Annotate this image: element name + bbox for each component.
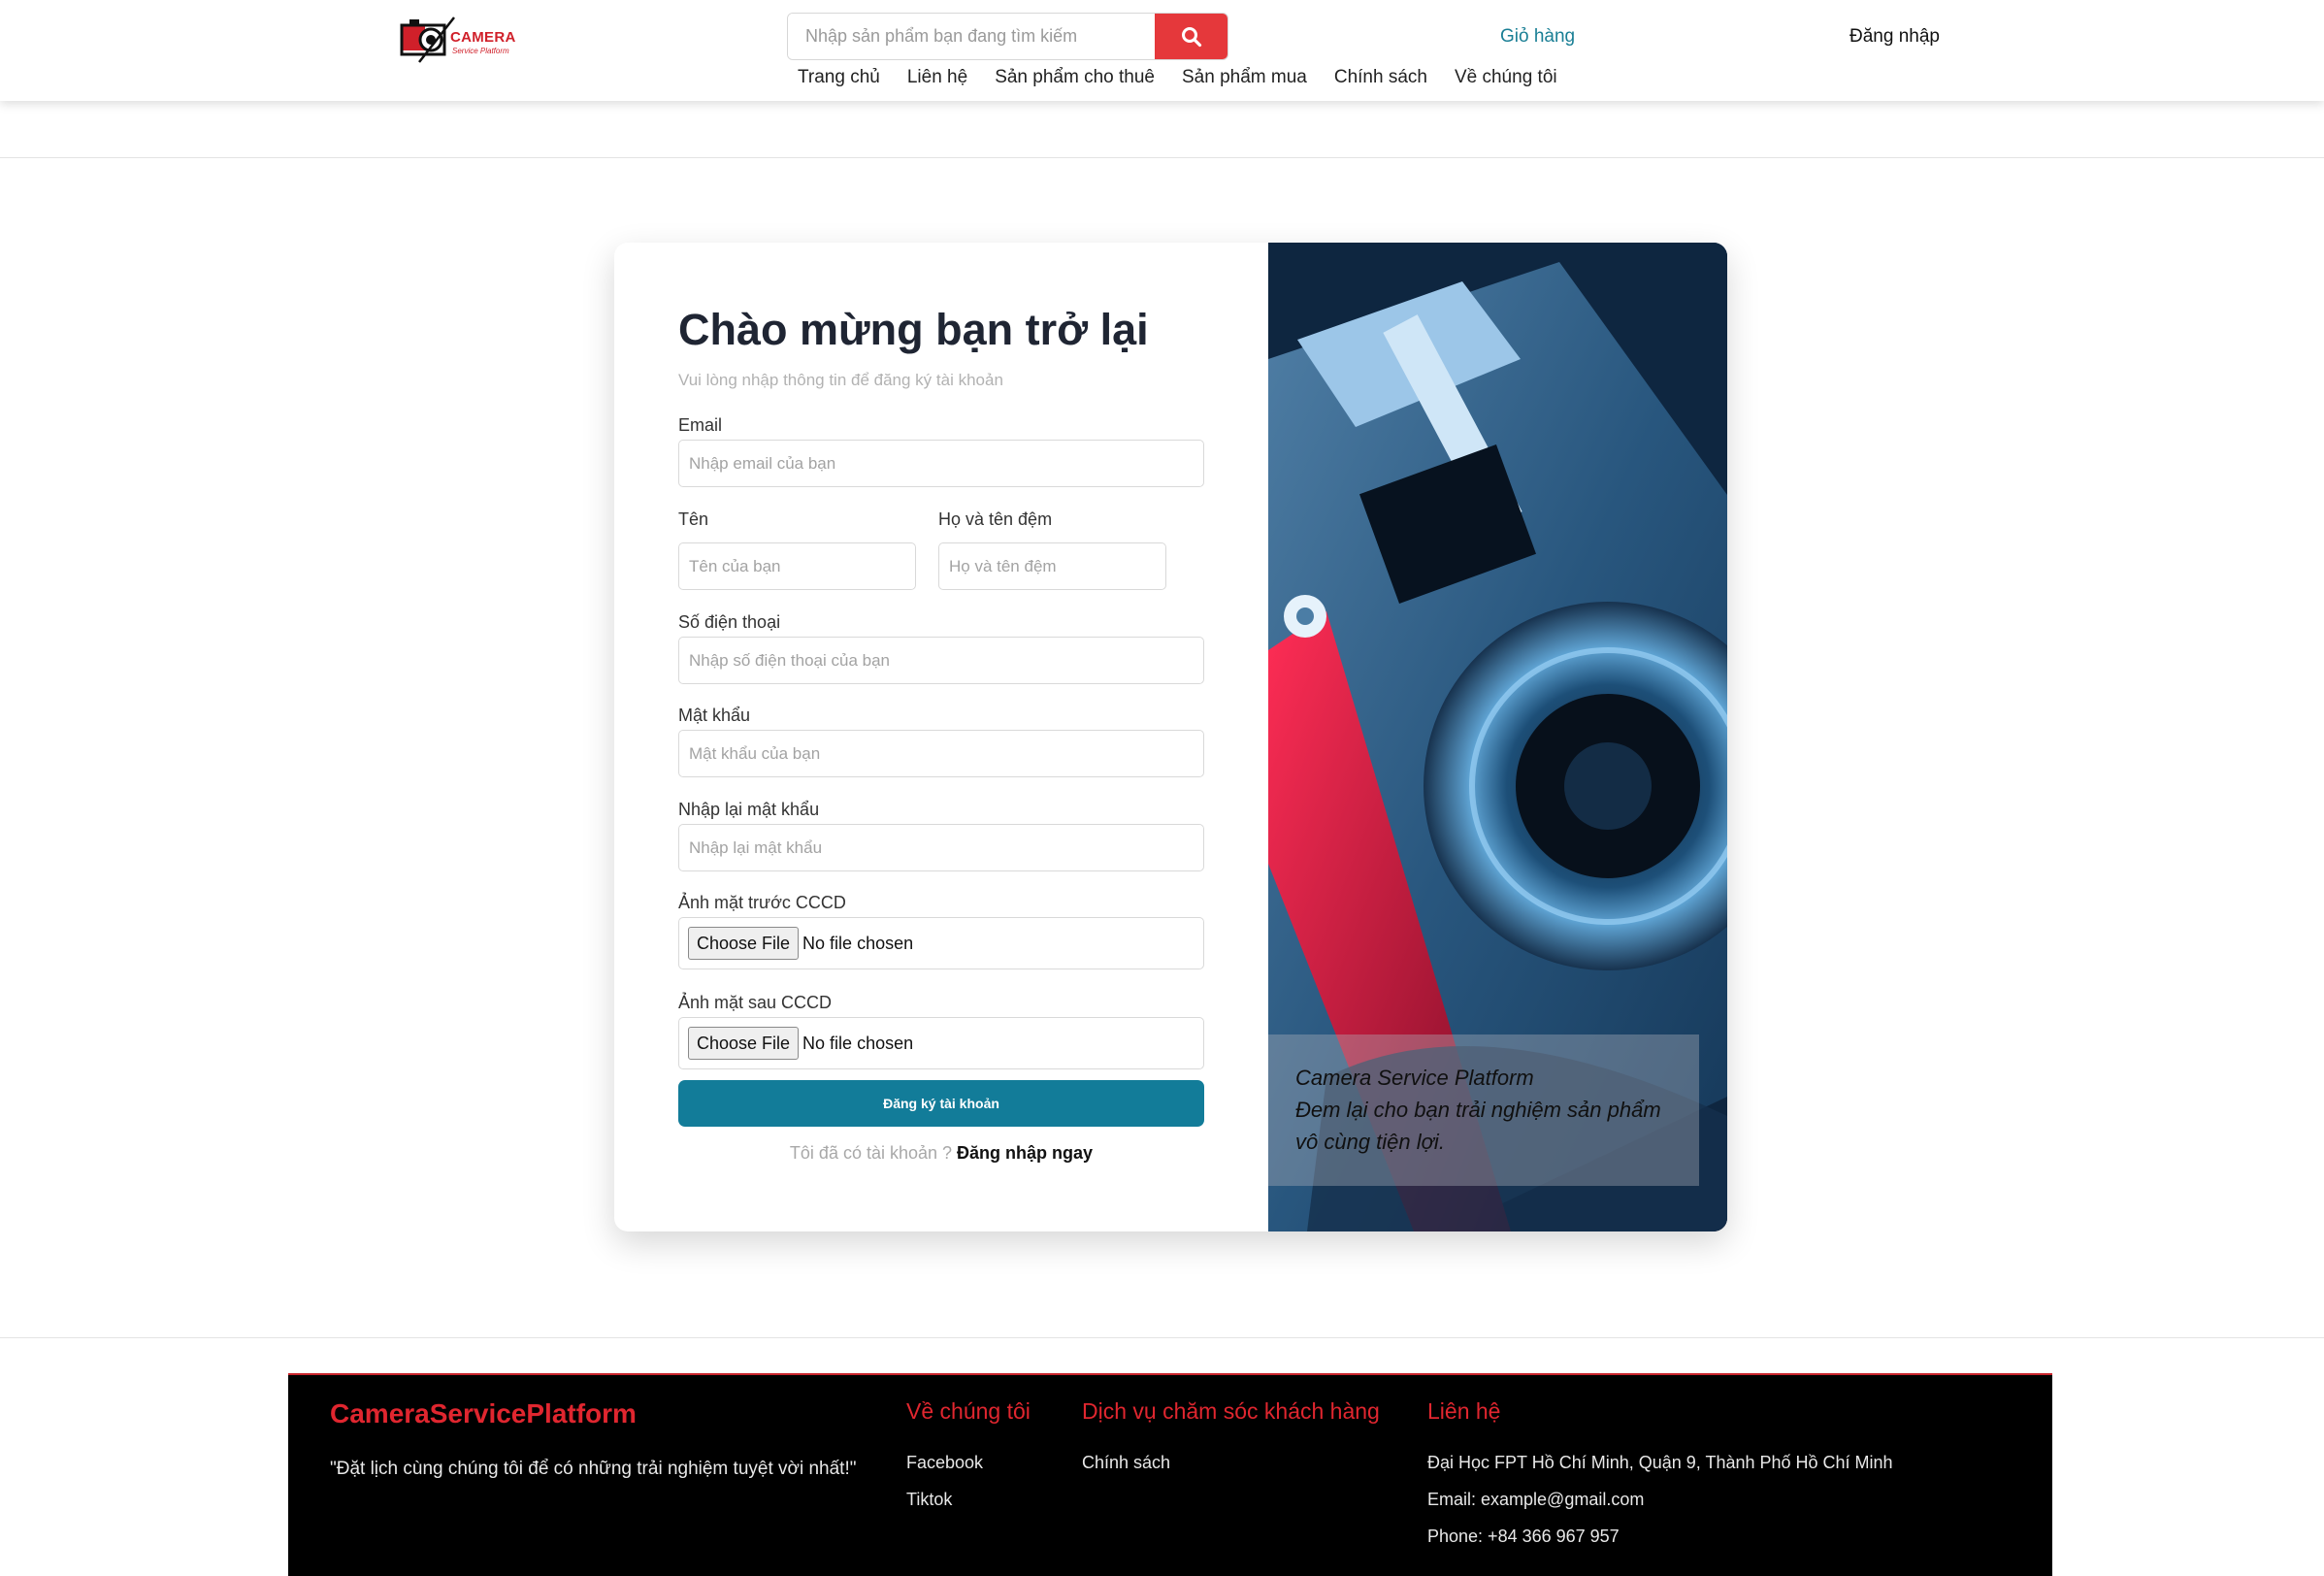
footer-service-heading: Dịch vụ chăm sóc khách hàng	[1082, 1398, 1380, 1424]
footer-quote: "Đặt lịch cùng chúng tôi để có những trả…	[330, 1459, 857, 1479]
footer-tiktok-link[interactable]: Tiktok	[906, 1490, 952, 1510]
login-now-link[interactable]: Đăng nhập ngay	[957, 1143, 1093, 1163]
site-header: CAMERA Service Platform Giỏ hàng Đăng nh…	[0, 0, 2324, 101]
nav-contact[interactable]: Liên hệ	[907, 67, 967, 88]
email-field[interactable]	[678, 440, 1204, 487]
footer-policy-link[interactable]: Chính sách	[1082, 1453, 1170, 1473]
footer-brand: CameraServicePlatform	[330, 1398, 637, 1428]
last-name-label: Họ và tên đệm	[938, 509, 1053, 529]
id-front-file-status: No file chosen	[802, 933, 914, 953]
id-back-label: Ảnh mặt sau CCCD	[678, 993, 833, 1012]
id-front-file-input: Choose File No file chosen	[678, 917, 1204, 969]
image-caption: Camera Service Platform Đem lại cho bạn …	[1268, 1034, 1699, 1186]
caption-title: Camera Service Platform	[1295, 1066, 1534, 1090]
register-button[interactable]: Đăng ký tài khoản	[678, 1080, 1204, 1127]
page-title: Chào mừng bạn trở lại	[678, 305, 1149, 354]
bottom-divider	[0, 1337, 2324, 1338]
search-input[interactable]	[788, 14, 1155, 59]
id-back-file-input: Choose File No file chosen	[678, 1017, 1204, 1069]
register-form: Chào mừng bạn trở lại Vui lòng nhập thôn…	[614, 243, 1268, 1231]
nav-about[interactable]: Về chúng tôi	[1455, 67, 1557, 88]
search-icon	[1181, 26, 1201, 47]
password-label: Mật khẩu	[678, 706, 751, 725]
logo-text: CAMERA	[450, 29, 516, 46]
last-name-field[interactable]	[938, 542, 1166, 590]
top-divider	[0, 157, 2324, 158]
register-card: Chào mừng bạn trở lại Vui lòng nhập thôn…	[614, 243, 1727, 1231]
footer-contact-heading: Liên hệ	[1427, 1398, 1501, 1424]
has-account-text: Tôi đã có tài khoản ?	[789, 1143, 953, 1163]
logo-subtext: Service Platform	[452, 47, 509, 55]
search-button[interactable]	[1155, 14, 1227, 59]
footer-address: Đại Học FPT Hồ Chí Minh, Quận 9, Thành P…	[1427, 1453, 1893, 1472]
camera-logo-icon	[400, 16, 455, 63]
phone-field[interactable]	[678, 637, 1204, 684]
password-field[interactable]	[678, 730, 1204, 777]
nav-policy[interactable]: Chính sách	[1334, 67, 1427, 88]
confirm-password-field[interactable]	[678, 824, 1204, 871]
signin-prompt: Tôi đã có tài khoản ? Đăng nhập ngay	[614, 1143, 1268, 1164]
confirm-password-label: Nhập lại mật khẩu	[678, 800, 820, 819]
id-front-label: Ảnh mặt trước CCCD	[678, 893, 846, 912]
id-back-choose-file-button[interactable]: Choose File	[688, 1027, 800, 1060]
search-bar	[787, 13, 1228, 60]
email-label: Email	[678, 415, 723, 435]
camera-hero-image: Camera Service Platform Đem lại cho bạn …	[1268, 243, 1727, 1231]
first-name-label: Tên	[678, 509, 709, 529]
login-link[interactable]: Đăng nhập	[1849, 26, 1940, 48]
caption-text: Đem lại cho bạn trải nghiệm sản phẩm vô …	[1295, 1098, 1661, 1154]
id-back-file-status: No file chosen	[802, 1033, 914, 1053]
footer-phone: Phone: +84 366 967 957	[1427, 1527, 1620, 1546]
nav-buy-products[interactable]: Sản phẩm mua	[1182, 67, 1307, 88]
first-name-field[interactable]	[678, 542, 916, 590]
footer-facebook-link[interactable]: Facebook	[906, 1453, 983, 1473]
id-front-choose-file-button[interactable]: Choose File	[688, 927, 800, 960]
cart-link[interactable]: Giỏ hàng	[1500, 26, 1575, 48]
nav-home[interactable]: Trang chủ	[798, 67, 880, 88]
footer-about-heading: Về chúng tôi	[906, 1398, 1031, 1424]
site-footer: CameraServicePlatform "Đặt lịch cùng chú…	[288, 1373, 2052, 1576]
page-subtitle: Vui lòng nhập thông tin để đăng ký tài k…	[678, 371, 1003, 389]
footer-email: Email: example@gmail.com	[1427, 1490, 1645, 1509]
site-logo[interactable]: CAMERA Service Platform	[400, 12, 515, 66]
main-nav: Trang chủ Liên hệ Sản phẩm cho thuê Sản …	[798, 67, 1557, 88]
nav-rental-products[interactable]: Sản phẩm cho thuê	[995, 67, 1155, 88]
phone-label: Số điện thoại	[678, 612, 781, 632]
